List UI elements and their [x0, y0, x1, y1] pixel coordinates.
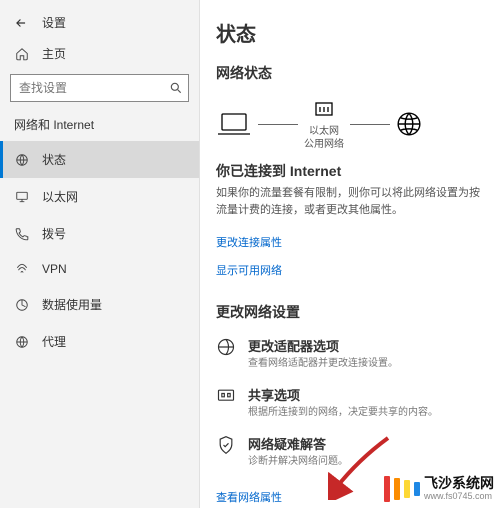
sidebar-item-proxy[interactable]: 代理	[0, 323, 199, 360]
sharing-options-icon	[216, 385, 238, 406]
search-input[interactable]	[10, 74, 189, 102]
option-title: 更改适配器选项	[248, 336, 398, 355]
sidebar-item-label: 状态	[42, 151, 66, 168]
status-icon	[14, 153, 30, 167]
link-show-available-networks[interactable]: 显示可用网络	[216, 262, 282, 278]
ethernet-adapter-icon	[312, 97, 336, 121]
troubleshoot-icon	[216, 434, 238, 455]
home-icon	[14, 47, 30, 61]
sidebar-item-datausage[interactable]: 数据使用量	[0, 286, 199, 323]
sidebar-item-label: 数据使用量	[42, 296, 102, 313]
globe-icon	[396, 111, 422, 137]
dialup-icon	[14, 227, 30, 241]
option-adapter[interactable]: 更改适配器选项 查看网络适配器并更改连接设置。	[216, 336, 484, 371]
watermark: 飞沙系统网 www.fs0745.com	[384, 476, 494, 502]
option-sharing[interactable]: 共享选项 根据所连接到的网络，决定要共享的内容。	[216, 385, 484, 420]
sidebar-item-dialup[interactable]: 拨号	[0, 215, 199, 252]
sidebar-home[interactable]: 主页	[0, 37, 199, 70]
vpn-icon	[14, 262, 30, 276]
connected-description: 如果你的流量套餐有限制，则你可以将此网络设置为按流量计费的连接，或者更改其他属性…	[216, 185, 484, 218]
link-view-network-props[interactable]: 查看网络属性	[216, 489, 282, 505]
watermark-url: www.fs0745.com	[424, 492, 494, 502]
option-title: 共享选项	[248, 385, 438, 404]
laptop-icon	[216, 110, 252, 138]
option-desc: 诊断并解决网络问题。	[248, 455, 348, 469]
sidebar-item-ethernet[interactable]: 以太网	[0, 178, 199, 215]
sidebar-item-label: 代理	[42, 333, 66, 350]
link-change-adapter-props[interactable]: 更改连接属性	[216, 234, 282, 250]
ethernet-icon	[14, 190, 30, 204]
sidebar-item-label: VPN	[42, 262, 67, 276]
option-desc: 查看网络适配器并更改连接设置。	[248, 357, 398, 371]
sidebar-item-status[interactable]: 状态	[0, 141, 199, 178]
search-icon	[169, 81, 183, 95]
network-status-heading: 网络状态	[216, 63, 484, 83]
back-button[interactable]	[14, 16, 28, 30]
connected-title: 你已连接到 Internet	[216, 161, 484, 181]
home-label: 主页	[42, 45, 66, 62]
option-troubleshoot[interactable]: 网络疑难解答 诊断并解决网络问题。	[216, 434, 484, 469]
adapter-options-icon	[216, 336, 238, 357]
option-desc: 根据所连接到的网络，决定要共享的内容。	[248, 406, 438, 420]
arrow-left-icon	[14, 16, 28, 30]
proxy-icon	[14, 335, 30, 349]
diagram-ethernet-label: 以太网	[304, 125, 344, 138]
network-diagram: 以太网 公用网络	[216, 97, 484, 151]
watermark-title: 飞沙系统网	[424, 476, 494, 491]
data-usage-icon	[14, 298, 30, 312]
sidebar-category: 网络和 Internet	[0, 112, 199, 141]
app-title: 设置	[42, 14, 66, 31]
sidebar-item-label: 拨号	[42, 225, 66, 242]
diagram-public-label: 公用网络	[304, 138, 344, 151]
sidebar-item-vpn[interactable]: VPN	[0, 252, 199, 286]
change-settings-heading: 更改网络设置	[216, 302, 484, 322]
page-title: 状态	[216, 18, 484, 47]
option-title: 网络疑难解答	[248, 434, 348, 453]
sidebar-item-label: 以太网	[42, 188, 78, 205]
